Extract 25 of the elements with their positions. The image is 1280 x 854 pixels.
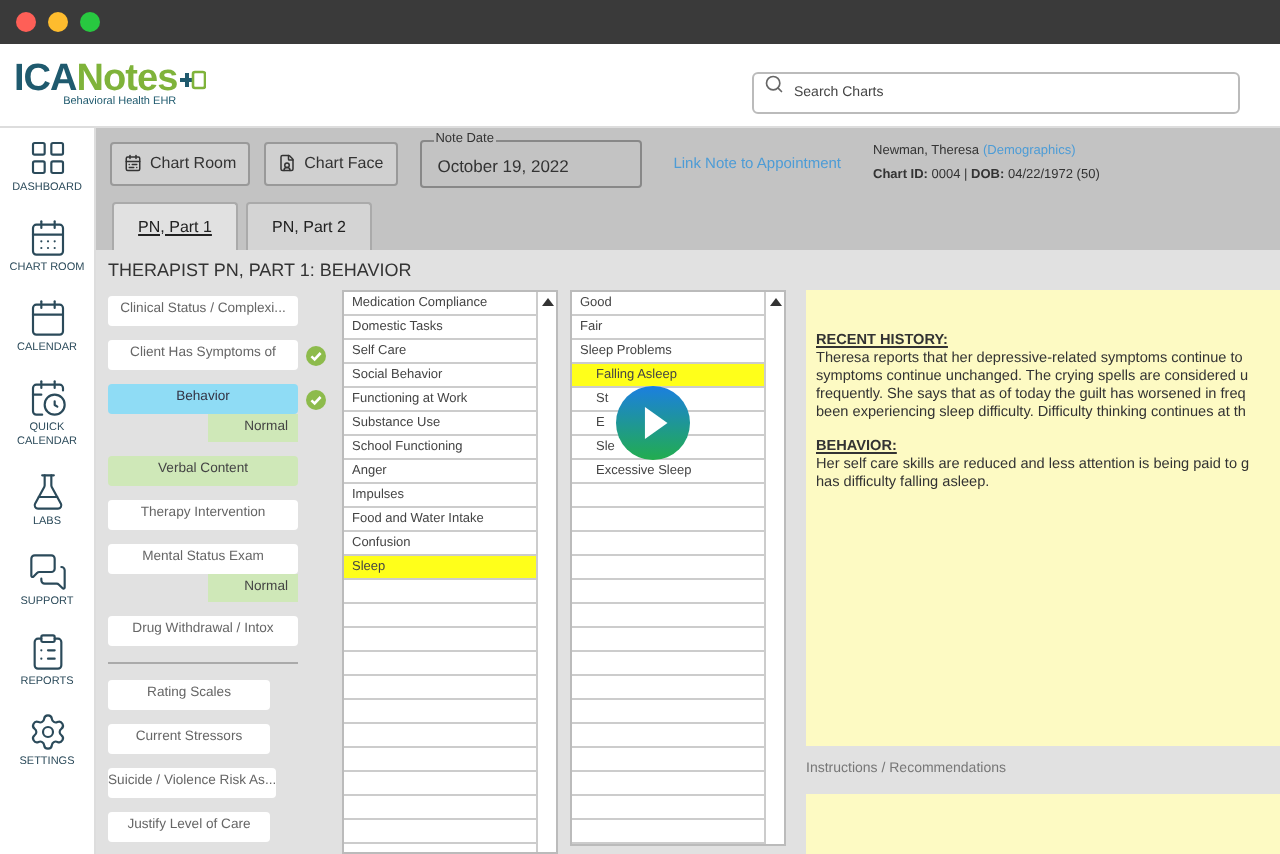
search-icon (764, 74, 784, 94)
nav-button[interactable]: Chart Face (264, 141, 398, 185)
calendar-clock-icon (27, 378, 67, 418)
instructions-field[interactable] (806, 794, 1280, 854)
calendar-icon (27, 298, 67, 338)
nav-button[interactable]: Chart Room (110, 141, 251, 185)
check-icon (306, 345, 326, 365)
minimize-button[interactable] (48, 12, 68, 32)
close-button[interactable] (16, 12, 36, 32)
tab[interactable]: PN, Part 2 (246, 202, 372, 250)
settings-icon (27, 712, 67, 752)
document-icon (278, 154, 297, 172)
logo-wordmark: ICANotes (14, 60, 178, 99)
play-button[interactable] (616, 386, 690, 460)
tab[interactable]: PN, Part 1 (112, 202, 238, 250)
check-icon (306, 389, 326, 409)
scroll-up-icon[interactable] (541, 298, 553, 306)
scroll-up-icon[interactable] (769, 298, 781, 306)
section-title: THERAPIST PN, PART 1: BEHAVIOR (108, 258, 414, 284)
zoom-button[interactable] (80, 12, 100, 32)
scrollbar[interactable] (764, 292, 784, 844)
chat-icon (27, 552, 67, 592)
scrollbar[interactable] (536, 292, 556, 852)
logo-plus-icon (177, 65, 206, 94)
dashboard-icon (27, 138, 67, 178)
